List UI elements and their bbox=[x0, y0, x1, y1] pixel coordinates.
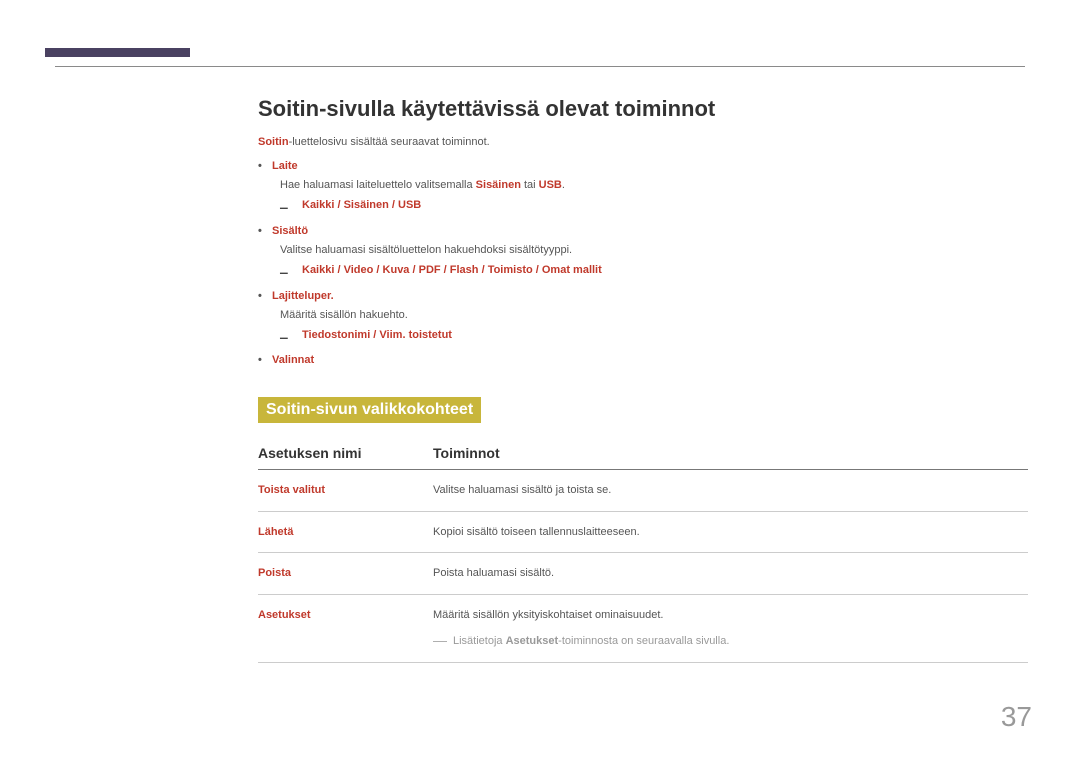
opt-func-text: Määritä sisällön yksityiskohtaiset omina… bbox=[433, 607, 1028, 624]
feature-sublist: ‒ Kaikki / Video / Kuva / PDF / Flash / … bbox=[280, 262, 1028, 284]
table-row: Toista valitut Valitse haluamasi sisältö… bbox=[258, 470, 1028, 512]
intro-rest: -luettelosivu sisältää seuraavat toiminn… bbox=[289, 136, 490, 148]
feature-item: •Lajitteluper. Määritä sisällön hakuehto… bbox=[258, 288, 1028, 349]
opt-note: ―Lisätietoja Asetukset-toiminnosta on se… bbox=[433, 623, 1028, 650]
dash-icon: ― bbox=[433, 630, 453, 651]
feature-item: •Valinnat bbox=[258, 352, 1028, 369]
table-header-row: Asetuksen nimi Toiminnot bbox=[258, 437, 1028, 470]
feature-item: •Sisältö Valitse haluamasi sisältöluette… bbox=[258, 223, 1028, 284]
feature-label: Valinnat bbox=[272, 354, 314, 366]
col-header-func: Toiminnot bbox=[433, 437, 1028, 470]
feature-label: Laite bbox=[272, 160, 298, 172]
opt-func: Poista haluamasi sisältö. bbox=[433, 553, 1028, 595]
opt-func: Valitse haluamasi sisältö ja toista se. bbox=[433, 470, 1028, 512]
dash-icon: ‒ bbox=[280, 197, 302, 219]
opt-func: Kopioi sisältö toiseen tallennuslaittees… bbox=[433, 511, 1028, 553]
bullet-icon: • bbox=[258, 352, 272, 369]
section-heading-highlight: Soitin-sivun valikkokohteet bbox=[258, 397, 481, 423]
intro-bold: Soitin bbox=[258, 136, 289, 148]
opt-name: Asetukset bbox=[258, 594, 433, 663]
opt-func: Määritä sisällön yksityiskohtaiset omina… bbox=[433, 594, 1028, 663]
feature-sublist: ‒ Kaikki / Sisäinen / USB bbox=[280, 197, 1028, 219]
sub-row: ‒ Kaikki / Video / Kuva / PDF / Flash / … bbox=[280, 262, 1028, 284]
dash-icon: ‒ bbox=[280, 262, 302, 284]
feature-label: Sisältö bbox=[272, 225, 308, 237]
sub-values: Kaikki / Sisäinen / USB bbox=[302, 197, 421, 214]
table-row: Poista Poista haluamasi sisältö. bbox=[258, 553, 1028, 595]
col-header-name: Asetuksen nimi bbox=[258, 437, 433, 470]
bullet-icon: • bbox=[258, 288, 272, 305]
sub-row: ‒ Tiedostonimi / Viim. toistetut bbox=[280, 327, 1028, 349]
table-row: Asetukset Määritä sisällön yksityiskohta… bbox=[258, 594, 1028, 663]
opt-name: Lähetä bbox=[258, 511, 433, 553]
opt-name: Toista valitut bbox=[258, 470, 433, 512]
header-accent-bar bbox=[45, 48, 190, 57]
page-title: Soitin-sivulla käytettävissä olevat toim… bbox=[258, 96, 1028, 122]
feature-desc: Valitse haluamasi sisältöluettelon hakue… bbox=[280, 240, 1028, 259]
feature-desc: Hae haluamasi laiteluettelo valitsemalla… bbox=[280, 175, 1028, 194]
feature-label: Lajitteluper. bbox=[272, 290, 334, 302]
feature-desc: Määritä sisällön hakuehto. bbox=[280, 305, 1028, 324]
content-area: Soitin-sivulla käytettävissä olevat toim… bbox=[258, 96, 1028, 663]
feature-item: •Laite Hae haluamasi laiteluettelo valit… bbox=[258, 158, 1028, 219]
sub-values: Tiedostonimi / Viim. toistetut bbox=[302, 327, 452, 344]
bullet-icon: • bbox=[258, 223, 272, 240]
table-row: Lähetä Kopioi sisältö toiseen tallennusl… bbox=[258, 511, 1028, 553]
sub-values: Kaikki / Video / Kuva / PDF / Flash / To… bbox=[302, 262, 602, 279]
bullet-icon: • bbox=[258, 158, 272, 175]
page: Soitin-sivulla käytettävissä olevat toim… bbox=[0, 0, 1080, 763]
header-rule bbox=[55, 66, 1025, 67]
feature-sublist: ‒ Tiedostonimi / Viim. toistetut bbox=[280, 327, 1028, 349]
opt-name: Poista bbox=[258, 553, 433, 595]
feature-list: •Laite Hae haluamasi laiteluettelo valit… bbox=[258, 158, 1028, 369]
page-number: 37 bbox=[1001, 701, 1032, 733]
options-table: Asetuksen nimi Toiminnot Toista valitut … bbox=[258, 437, 1028, 663]
intro-line: Soitin-luettelosivu sisältää seuraavat t… bbox=[258, 136, 1028, 148]
dash-icon: ‒ bbox=[280, 327, 302, 349]
sub-row: ‒ Kaikki / Sisäinen / USB bbox=[280, 197, 1028, 219]
